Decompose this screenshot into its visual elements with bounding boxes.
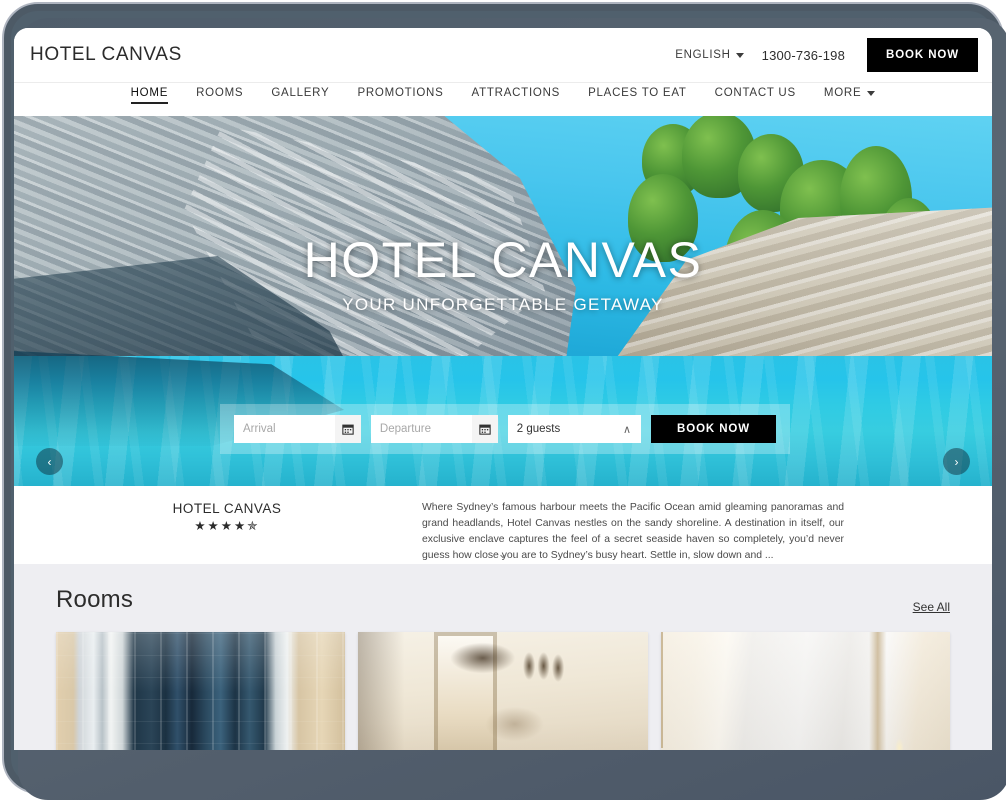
nav-item-rooms[interactable]: ROOMS [182, 83, 257, 107]
nav-label: MORE [823, 87, 862, 99]
hero-subtitle: YOUR UNFORGETTABLE GETAWAY [342, 294, 664, 314]
nav-label: CONTACT US [714, 87, 796, 99]
site-logo[interactable]: HOTEL CANVAS [30, 44, 182, 66]
star-rating: ★★★★✯ [194, 519, 260, 533]
page-viewport: HOTEL CANVAS ENGLISH 1300-736-198 BOOK N… [14, 28, 992, 750]
phone-number[interactable]: 1300-736-198 [762, 48, 867, 63]
chevron-down-icon [867, 90, 876, 96]
hero-title: HOTEL CANVAS [303, 232, 703, 288]
room-card-list [56, 632, 950, 750]
intro-right-column: Where Sydney’s famous harbour meets the … [422, 500, 974, 561]
departure-field[interactable] [370, 415, 498, 443]
guests-select[interactable]: 2 guests ∧ [507, 415, 642, 443]
nav-label: PROMOTIONS [357, 87, 444, 99]
main-navigation: HOME ROOMS GALLERY PROMOTIONS ATTRACTION… [14, 83, 992, 116]
guests-value: 2 guests [516, 423, 561, 435]
nav-item-places-to-eat[interactable]: PLACES TO EAT [574, 83, 701, 107]
booking-search-bar: 2 guests ∧ BOOK NOW [220, 404, 790, 454]
hero-carousel: HOTEL CANVAS YOUR UNFORGETTABLE GETAWAY [14, 116, 992, 486]
arrival-input[interactable] [234, 415, 335, 443]
nav-item-more[interactable]: MORE [810, 83, 890, 107]
header-utilities: ENGLISH 1300-736-198 BOOK NOW [675, 38, 978, 72]
intro-left-column: HOTEL CANVAS ★★★★✯ [32, 500, 422, 552]
hero-text-block: HOTEL CANVAS YOUR UNFORGETTABLE GETAWAY [14, 234, 992, 315]
nav-item-gallery[interactable]: GALLERY [257, 83, 343, 107]
room-card[interactable] [660, 632, 950, 750]
chevron-down-icon: ∧ [622, 423, 632, 436]
nav-label: GALLERY [271, 87, 330, 99]
book-now-button-header[interactable]: BOOK NOW [867, 38, 978, 72]
nav-item-home[interactable]: HOME [117, 83, 183, 107]
nav-item-promotions[interactable]: PROMOTIONS [343, 83, 457, 107]
rooms-section: Rooms See All [14, 564, 992, 750]
carousel-next-icon[interactable]: › [943, 448, 970, 475]
section-title-rooms: Rooms [56, 586, 134, 613]
nav-item-contact-us[interactable]: CONTACT US [701, 83, 810, 107]
language-selector[interactable]: ENGLISH [675, 49, 761, 61]
book-now-button-hero[interactable]: BOOK NOW [651, 415, 777, 443]
chevron-down-icon-expand[interactable]: ⌄ [498, 546, 509, 562]
nav-item-attractions[interactable]: ATTRACTIONS [458, 83, 575, 107]
calendar-icon-departure[interactable] [471, 415, 498, 443]
intro-section: HOTEL CANVAS ★★★★✯ Where Sydney’s famous… [14, 486, 992, 564]
calendar-icon-arrival[interactable] [334, 415, 361, 443]
room-card[interactable] [56, 632, 346, 750]
site-header: HOTEL CANVAS ENGLISH 1300-736-198 BOOK N… [14, 28, 992, 83]
chevron-down-icon [735, 52, 744, 58]
hotel-description: Where Sydney’s famous harbour meets the … [422, 502, 844, 562]
hotel-name: HOTEL CANVAS [172, 501, 282, 516]
nav-label: HOME [130, 87, 169, 99]
language-label: ENGLISH [675, 49, 731, 61]
nav-label: ROOMS [196, 87, 244, 99]
room-card[interactable] [358, 632, 648, 750]
departure-input[interactable] [370, 415, 472, 443]
carousel-prev-icon[interactable]: ‹ [36, 448, 63, 475]
arrival-field[interactable] [234, 415, 361, 443]
nav-label: ATTRACTIONS [471, 87, 561, 99]
nav-label: PLACES TO EAT [588, 87, 687, 99]
see-all-link[interactable]: See All [913, 600, 950, 614]
rooms-header: Rooms See All [56, 586, 950, 632]
